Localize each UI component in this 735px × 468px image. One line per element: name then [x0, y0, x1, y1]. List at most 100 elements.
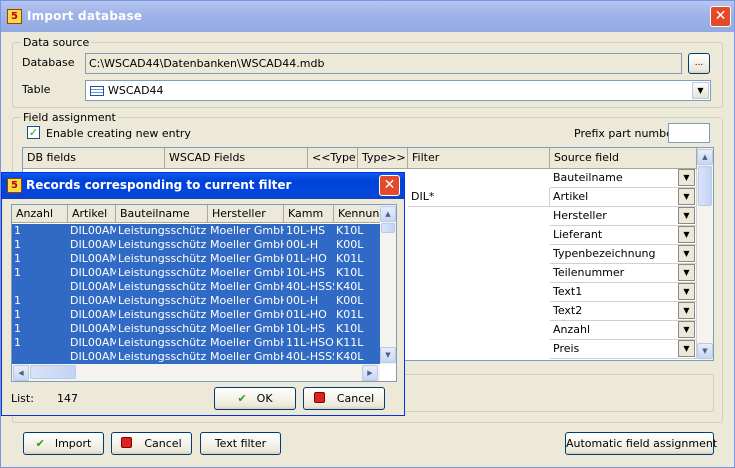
- cancel-icon: [121, 437, 133, 448]
- chevron-down-icon[interactable]: ▼: [678, 188, 695, 205]
- grid-header-source-field[interactable]: Source field: [550, 148, 697, 169]
- records-row[interactable]: DIL00AMILeistungsschützMoeller GmbH40L-H…: [12, 280, 380, 294]
- source-field-select[interactable]: Teilenummer ▼: [550, 264, 697, 283]
- source-field-select[interactable]: Preis ▼: [550, 340, 697, 359]
- records-header-bauteilname[interactable]: Bauteilname: [116, 205, 208, 223]
- records-cell: Moeller GmbH: [210, 224, 284, 237]
- grid-header-db-fields[interactable]: DB fields: [23, 148, 165, 169]
- grid-scrollbar[interactable]: ▲ ▼: [697, 148, 713, 360]
- records-cell: 10L-HS: [286, 322, 326, 335]
- records-cell: DIL00AMI: [70, 266, 116, 279]
- records-row[interactable]: 1 DIL00AMILeistungsschützMoeller GmbH10L-…: [12, 322, 380, 336]
- records-row[interactable]: 1 DIL00AMILeistungsschützMoeller GmbH01L-…: [12, 308, 380, 322]
- text-filter-button[interactable]: Text filter: [200, 432, 281, 455]
- records-row[interactable]: 1 DIL00AMILeistungsschützMoeller GmbH10L-…: [12, 266, 380, 280]
- chevron-down-icon[interactable]: ▼: [678, 283, 695, 300]
- grid-header-type-left[interactable]: <<Type: [308, 148, 358, 169]
- records-cell: 00L-H: [286, 294, 319, 307]
- scroll-down-icon[interactable]: ▼: [380, 347, 396, 363]
- source-field-select[interactable]: Anzahl ▼: [550, 321, 697, 340]
- import-button[interactable]: ✔ Import: [23, 432, 104, 455]
- chevron-down-icon[interactable]: ▼: [678, 245, 695, 262]
- scroll-right-icon[interactable]: ▶: [362, 365, 378, 381]
- close-icon[interactable]: ✕: [710, 6, 731, 27]
- records-cell: Leistungsschütz: [118, 266, 207, 279]
- source-field-select[interactable]: Hersteller ▼: [550, 207, 697, 226]
- chevron-down-icon[interactable]: ▼: [678, 321, 695, 338]
- records-cell: DIL00AMI: [70, 238, 116, 251]
- records-row[interactable]: 1 DIL00AMILeistungsschützMoeller GmbH10L-…: [12, 224, 380, 238]
- scroll-thumb[interactable]: [30, 365, 76, 379]
- title-bar[interactable]: 5 Import database ✕: [1, 1, 734, 32]
- prefix-input[interactable]: [668, 123, 710, 143]
- records-cell: Leistungsschütz: [118, 308, 207, 321]
- chevron-down-icon[interactable]: ▼: [678, 302, 695, 319]
- enable-new-entry-checkbox[interactable]: ✓: [27, 126, 40, 139]
- records-cell: 11L-HSO: [286, 336, 334, 349]
- source-field-select[interactable]: Lieferant ▼: [550, 226, 697, 245]
- records-cell: Moeller GmbH: [210, 336, 284, 349]
- cancel-button[interactable]: Cancel: [111, 432, 192, 455]
- records-header-anzahl[interactable]: Anzahl: [12, 205, 68, 223]
- chevron-down-icon[interactable]: ▼: [678, 207, 695, 224]
- chevron-down-icon[interactable]: ▼: [678, 169, 695, 186]
- records-row[interactable]: 1 DIL00AMILeistungsschützMoeller GmbH00L-…: [12, 238, 380, 252]
- records-cell: Leistungsschütz: [118, 238, 207, 251]
- records-cell: K10L: [336, 224, 364, 237]
- browse-button[interactable]: ...: [688, 53, 710, 74]
- filter-cell[interactable]: DIL*: [408, 188, 550, 207]
- source-field-select[interactable]: Artikel ▼: [550, 188, 697, 207]
- records-header-hersteller[interactable]: Hersteller: [208, 205, 284, 223]
- chevron-down-icon[interactable]: ▼: [678, 264, 695, 281]
- source-field-value: Hersteller: [553, 209, 607, 222]
- dialog-cancel-label: Cancel: [336, 392, 375, 405]
- records-row[interactable]: DIL00AMILeistungsschützMoeller GmbH40L-H…: [12, 350, 380, 364]
- scroll-left-icon[interactable]: ◀: [13, 365, 29, 381]
- records-header-kennun[interactable]: Kennun: [334, 205, 384, 223]
- records-cell: Moeller GmbH: [210, 308, 284, 321]
- grid-header-type-right[interactable]: Type>>: [358, 148, 408, 169]
- chevron-down-icon[interactable]: ▼: [678, 226, 695, 243]
- source-field-select[interactable]: Typenbezeichnung ▼: [550, 245, 697, 264]
- records-cell: DIL00AMI: [70, 252, 116, 265]
- records-cell: Leistungsschütz: [118, 280, 207, 293]
- scroll-thumb[interactable]: [698, 166, 712, 206]
- records-row[interactable]: 1 DIL00AMILeistungsschützMoeller GmbH00L-…: [12, 294, 380, 308]
- scroll-up-icon[interactable]: ▲: [697, 149, 713, 165]
- records-hscrollbar[interactable]: ◀ ▶: [12, 364, 380, 381]
- records-row[interactable]: 1 DIL00AMILeistungsschützMoeller GmbH01L-…: [12, 252, 380, 266]
- records-header-kamm[interactable]: Kamm: [284, 205, 334, 223]
- dialog-title-bar[interactable]: 5 Records corresponding to current filte…: [2, 173, 404, 199]
- scroll-down-icon[interactable]: ▼: [697, 343, 713, 359]
- records-cell: 1: [14, 336, 21, 349]
- source-field-select[interactable]: Text2 ▼: [550, 302, 697, 321]
- table-select[interactable]: WSCAD44 ▼: [85, 80, 711, 101]
- records-list[interactable]: Anzahl Artikel Bauteilname Hersteller Kamm Ke…: [11, 204, 397, 382]
- grid-header-filter[interactable]: Filter: [408, 148, 550, 169]
- scroll-up-icon[interactable]: ▲: [380, 206, 396, 222]
- database-field[interactable]: C:\WSCAD44\Datenbanken\WSCAD44.mdb: [85, 53, 682, 74]
- records-header-artikel[interactable]: Artikel: [68, 205, 116, 223]
- records-cell: Moeller GmbH: [210, 294, 284, 307]
- grid-header-wscad-fields[interactable]: WSCAD Fields: [165, 148, 308, 169]
- records-cell: 1: [14, 266, 21, 279]
- records-cell: K01L: [336, 252, 364, 265]
- records-cell: 40L-HSSS: [286, 280, 334, 293]
- chevron-down-icon[interactable]: ▼: [692, 82, 709, 99]
- checkmark-icon: ✔: [35, 437, 45, 450]
- records-cell: Moeller GmbH: [210, 238, 284, 251]
- ok-button[interactable]: ✔ OK: [214, 387, 296, 410]
- records-row[interactable]: 1 DIL00AMILeistungsschützMoeller GmbH11L-…: [12, 336, 380, 350]
- records-cell: 40L-HSSS: [286, 350, 334, 363]
- close-icon[interactable]: ✕: [379, 175, 400, 196]
- source-field-select[interactable]: Bauteilname ▼: [550, 169, 697, 188]
- list-count: 147: [57, 392, 78, 405]
- scroll-thumb[interactable]: [381, 223, 395, 233]
- records-vscrollbar[interactable]: ▲ ▼: [380, 205, 396, 364]
- records-cell: K40L: [336, 350, 364, 363]
- dialog-cancel-button[interactable]: Cancel: [303, 387, 385, 410]
- records-cell: Leistungsschütz: [118, 294, 207, 307]
- source-field-select[interactable]: Text1 ▼: [550, 283, 697, 302]
- chevron-down-icon[interactable]: ▼: [678, 340, 695, 357]
- automatic-field-assignment-button[interactable]: Automatic field assignment: [565, 432, 717, 455]
